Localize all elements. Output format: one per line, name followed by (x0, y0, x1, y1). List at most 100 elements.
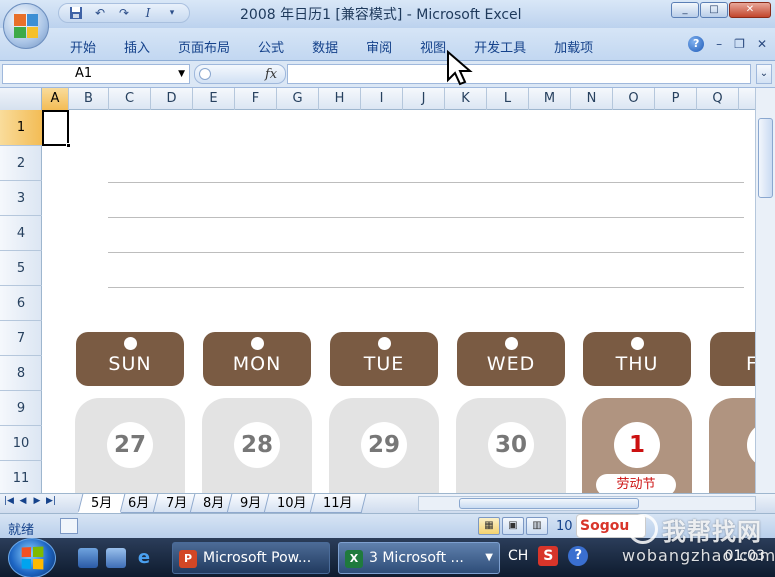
select-all-button[interactable] (0, 88, 42, 110)
page-break-view-icon[interactable]: ▥ (526, 517, 548, 535)
internet-explorer-icon[interactable]: e (134, 548, 154, 568)
notes-line (108, 287, 744, 288)
cancel-icon[interactable] (199, 68, 211, 80)
column-header-c[interactable]: C (109, 88, 151, 110)
maximize-button[interactable]: □ (700, 2, 728, 18)
expand-formula-bar-icon[interactable]: ⌄ (756, 64, 772, 84)
tab-data[interactable]: 数据 (312, 37, 338, 56)
start-button[interactable] (8, 538, 56, 577)
row-header-7[interactable]: 7 (0, 321, 42, 356)
row-header-4[interactable]: 4 (0, 216, 42, 251)
insert-function-button[interactable]: fx (265, 67, 277, 82)
task-label: Microsoft Pow... (203, 550, 312, 566)
dropdown-icon[interactable]: ▾ (163, 5, 181, 21)
redo-icon[interactable]: ↷ (115, 5, 133, 21)
office-button[interactable] (3, 3, 49, 49)
zoom-level[interactable]: 10 (556, 519, 573, 534)
quick-launch: e (78, 548, 154, 568)
dot-icon (377, 337, 391, 350)
column-header-o[interactable]: O (613, 88, 655, 110)
column-header-g[interactable]: G (277, 88, 319, 110)
column-header-f[interactable]: F (235, 88, 277, 110)
switch-windows-icon[interactable] (106, 548, 126, 568)
tab-formulas[interactable]: 公式 (258, 37, 284, 56)
notes-line (108, 217, 744, 218)
workbook-restore-button[interactable]: ❐ (734, 37, 745, 51)
tab-review[interactable]: 审阅 (366, 37, 392, 56)
workbook-close-button[interactable]: ✕ (757, 37, 767, 51)
column-header-e[interactable]: E (193, 88, 235, 110)
language-indicator[interactable]: CH (508, 548, 528, 564)
tab-page-layout[interactable]: 页面布局 (178, 37, 230, 56)
row-header-10[interactable]: 10 (0, 426, 42, 461)
row-header-11[interactable]: 11 (0, 461, 42, 493)
vertical-scrollbar[interactable] (755, 88, 775, 493)
normal-view-icon[interactable]: ▦ (478, 517, 500, 535)
column-header-d[interactable]: D (151, 88, 193, 110)
prev-sheet-icon[interactable]: ◀ (18, 496, 28, 506)
powerpoint-icon: P (179, 550, 197, 568)
save-icon[interactable] (67, 5, 85, 21)
undo-icon[interactable]: ↶ (91, 5, 109, 21)
weekday-label: SUN (108, 353, 152, 375)
tab-home[interactable]: 开始 (70, 37, 96, 56)
column-header-b[interactable]: B (69, 88, 109, 110)
date-number: 27 (107, 422, 153, 468)
weekday-tue: TUE (330, 332, 438, 386)
macro-record-icon[interactable] (60, 518, 78, 534)
row-header-3[interactable]: 3 (0, 181, 42, 216)
column-header-l[interactable]: L (487, 88, 529, 110)
fill-handle[interactable] (66, 143, 71, 148)
column-header-k[interactable]: K (445, 88, 487, 110)
column-header-j[interactable]: J (403, 88, 445, 110)
row-header-2[interactable]: 2 (0, 146, 42, 181)
formula-input[interactable] (287, 64, 751, 84)
first-sheet-icon[interactable]: |◀ (4, 496, 14, 506)
name-box[interactable]: A1 ▼ (2, 64, 190, 84)
taskbar-excel[interactable]: X 3 Microsoft ... ▼ (338, 542, 500, 574)
horizontal-scrollbar[interactable] (418, 496, 756, 511)
formula-buttons: fx (194, 64, 286, 84)
help-icon[interactable]: ? (688, 36, 705, 52)
tab-developer[interactable]: 开发工具 (474, 37, 526, 56)
sogou-input-bar[interactable]: Sogou (576, 514, 646, 538)
column-header-m[interactable]: M (529, 88, 571, 110)
column-header-p[interactable]: P (655, 88, 697, 110)
selected-cell[interactable] (42, 110, 71, 148)
worksheet-grid[interactable]: A B C D E F G H I J K L M N O P Q 1 2 3 … (0, 88, 775, 493)
next-sheet-icon[interactable]: ▶ (32, 496, 42, 506)
last-sheet-icon[interactable]: ▶| (46, 496, 56, 506)
column-header-a[interactable]: A (42, 88, 69, 110)
row-header-8[interactable]: 8 (0, 356, 42, 391)
sheet-tab-may[interactable]: 5月 (77, 494, 126, 513)
column-header-q[interactable]: Q (697, 88, 739, 110)
sheet-tab-november[interactable]: 11月 (309, 494, 366, 513)
row-header-1[interactable]: 1 (0, 110, 42, 146)
horizontal-scroll-thumb[interactable] (459, 498, 639, 509)
sheet-tab-label: 10月 (277, 496, 307, 511)
tab-view[interactable]: 视图 (420, 37, 446, 56)
row-header-5[interactable]: 5 (0, 251, 42, 286)
name-box-value: A1 (75, 66, 93, 81)
vertical-scroll-thumb[interactable] (758, 118, 773, 198)
tab-addins[interactable]: 加载项 (554, 37, 593, 56)
clock[interactable]: 01:03 (725, 548, 765, 564)
close-button[interactable]: ✕ (729, 2, 771, 18)
taskbar: e P Microsoft Pow... X 3 Microsoft ... ▼… (0, 538, 775, 577)
column-header-h[interactable]: H (319, 88, 361, 110)
date-number: 1 (614, 422, 660, 468)
workbook-minimize-button[interactable]: – (716, 37, 722, 51)
row-header-9[interactable]: 9 (0, 391, 42, 426)
row-header-6[interactable]: 6 (0, 286, 42, 321)
show-desktop-icon[interactable] (78, 548, 98, 568)
minimize-button[interactable]: _ (671, 2, 699, 18)
page-layout-view-icon[interactable]: ▣ (502, 517, 524, 535)
chevron-down-icon[interactable]: ▼ (178, 65, 185, 83)
help-tray-icon[interactable]: ? (568, 546, 589, 566)
sogou-tray-icon[interactable]: S (538, 546, 559, 566)
taskbar-powerpoint[interactable]: P Microsoft Pow... (172, 542, 330, 574)
format-icon[interactable]: I (139, 5, 157, 21)
column-header-n[interactable]: N (571, 88, 613, 110)
column-header-i[interactable]: I (361, 88, 403, 110)
tab-insert[interactable]: 插入 (124, 37, 150, 56)
